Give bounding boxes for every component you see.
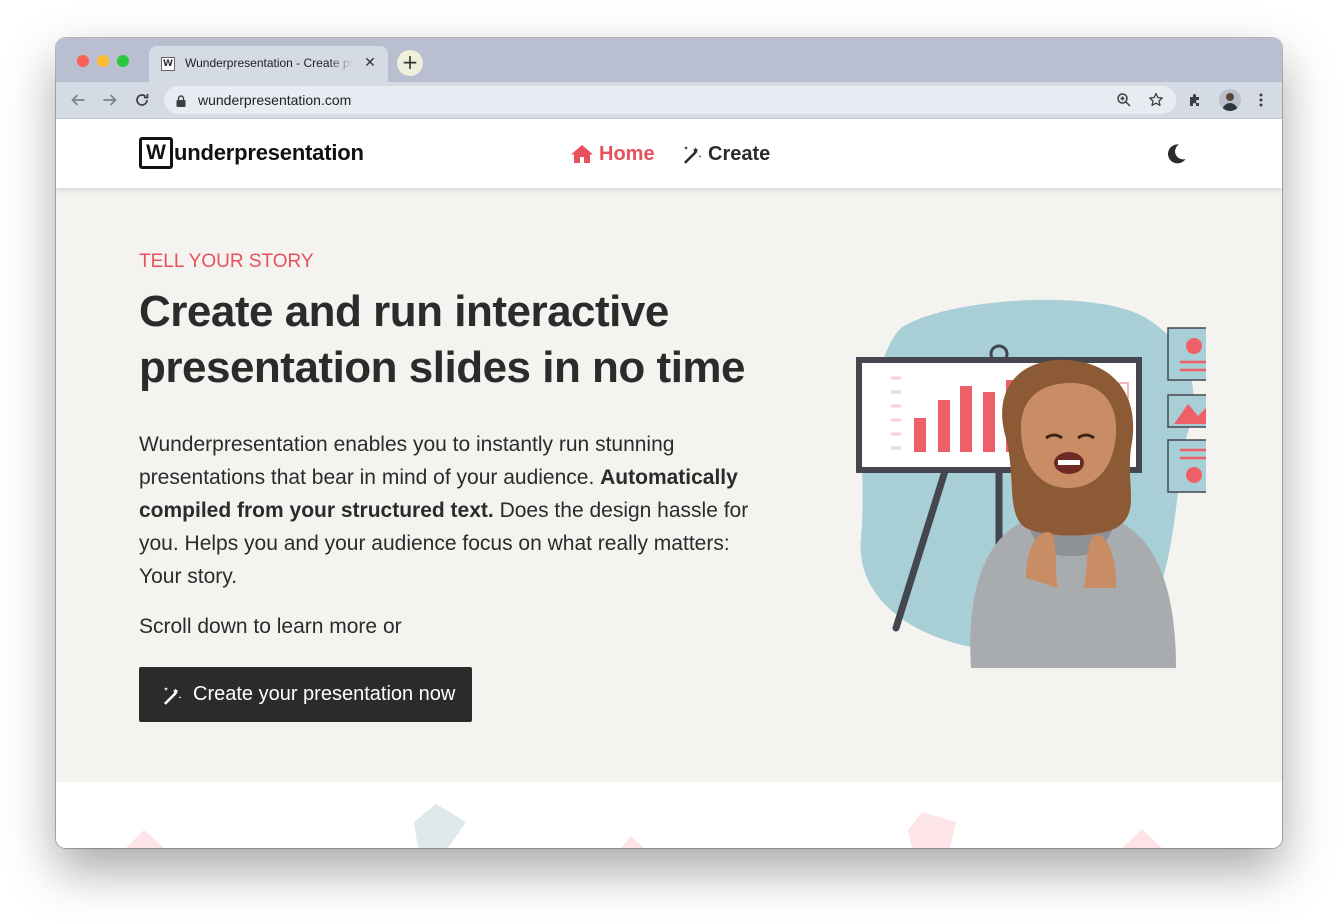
lead-text-1: Wunderpresentation enables you to instan…: [139, 433, 675, 489]
url-text: wunderpresentation.com: [198, 92, 352, 108]
features-section-preview: [56, 782, 1282, 848]
favicon-icon: W: [161, 57, 175, 71]
reload-icon[interactable]: [132, 90, 152, 110]
star-icon[interactable]: [1148, 92, 1164, 108]
side-card-text: [1167, 439, 1206, 493]
side-card-image: [1167, 394, 1206, 428]
tab-title: Wunderpresentation - Create presentation…: [185, 56, 353, 70]
zoom-icon[interactable]: [1116, 92, 1132, 108]
close-tab-icon[interactable]: ✕: [362, 55, 378, 71]
create-presentation-button[interactable]: Create your presentation now: [139, 667, 472, 722]
maximize-window-button[interactable]: [117, 55, 129, 67]
new-tab-button[interactable]: +: [397, 50, 423, 76]
moon-icon[interactable]: [1164, 142, 1188, 166]
hero-illustration: [856, 299, 1206, 668]
browser-window: W Wunderpresentation - Create presentati…: [56, 38, 1282, 848]
puzzle-icon[interactable]: [1187, 92, 1203, 108]
side-card-profile: [1167, 327, 1206, 381]
tab-bar: W Wunderpresentation - Create presentati…: [56, 38, 1282, 82]
lock-icon: [176, 94, 186, 112]
magic-wand-icon: [681, 143, 703, 165]
site-navbar: W underpresentation Home Create: [56, 119, 1282, 188]
nav-create-label: Create: [708, 142, 771, 165]
forward-arrow-icon[interactable]: [100, 90, 120, 110]
minimize-window-button[interactable]: [97, 55, 109, 67]
nav-create-link[interactable]: Create: [681, 141, 770, 167]
house-icon: [570, 144, 594, 164]
magic-wand-icon: [161, 684, 183, 706]
close-window-button[interactable]: [77, 55, 89, 67]
nav-home-link[interactable]: Home: [570, 141, 655, 167]
logo-wordmark: underpresentation: [174, 140, 364, 165]
nav-home-label: Home: [599, 142, 655, 165]
back-arrow-icon[interactable]: [68, 90, 88, 110]
site-logo[interactable]: W underpresentation: [139, 137, 364, 169]
browser-toolbar: wunderpresentation.com: [56, 82, 1282, 119]
logo-mark: W: [139, 137, 173, 169]
decorative-shapes: [126, 804, 1162, 848]
address-bar[interactable]: wunderpresentation.com: [164, 86, 1176, 114]
create-presentation-label: Create your presentation now: [193, 683, 456, 705]
web-page: W underpresentation Home Create TELL YOU: [56, 119, 1282, 848]
browser-tab[interactable]: W Wunderpresentation - Create presentati…: [149, 46, 388, 82]
hero-section: TELL YOUR STORY Create and run interacti…: [56, 188, 1282, 782]
scroll-hint: Scroll down to learn more or: [139, 615, 402, 638]
hero-headline: Create and run interactive presentation …: [139, 287, 746, 392]
profile-avatar[interactable]: [1219, 89, 1241, 111]
hero-eyebrow: TELL YOUR STORY: [139, 251, 314, 272]
hero-lead: Wunderpresentation enables you to instan…: [139, 428, 764, 593]
kebab-menu-icon[interactable]: [1253, 92, 1269, 108]
